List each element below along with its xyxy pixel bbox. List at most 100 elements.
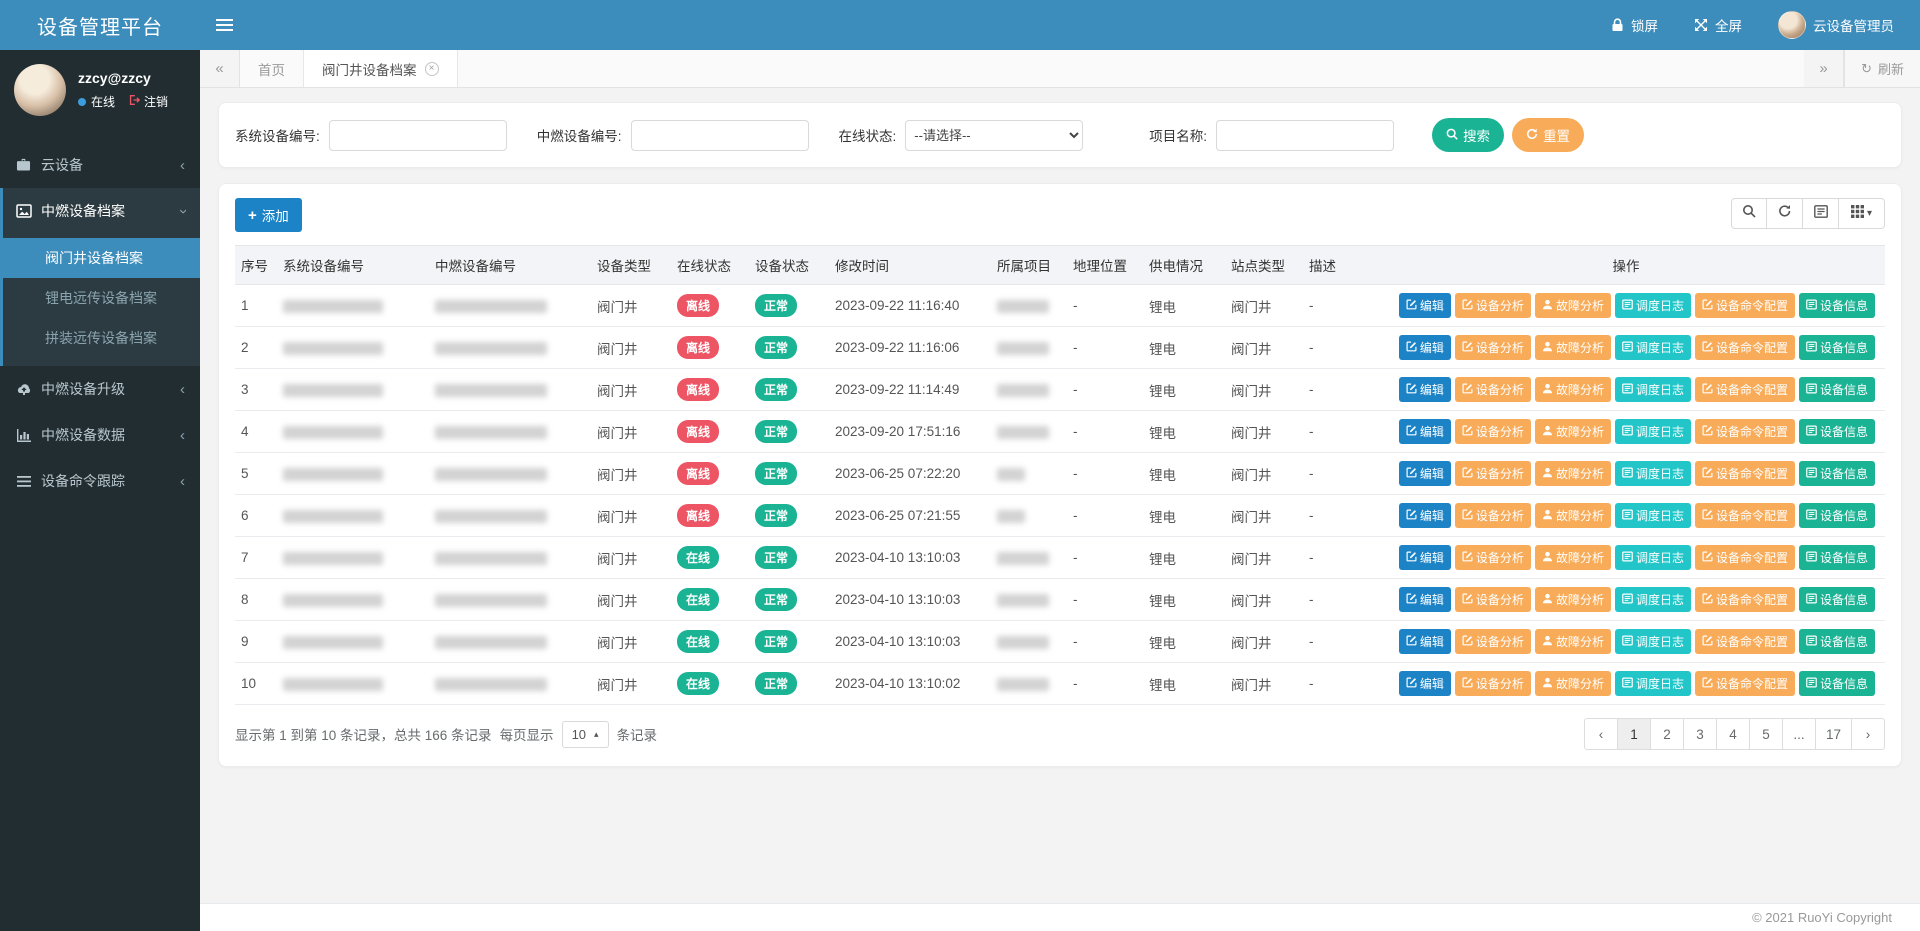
action-device-analysis-button[interactable]: 设备分析 [1455, 461, 1531, 486]
action-fault-analysis-button[interactable]: 故障分析 [1535, 335, 1611, 360]
action-device-info-button[interactable]: 设备信息 [1799, 377, 1875, 402]
action-dispatch-log-button[interactable]: 调度日志 [1615, 293, 1691, 318]
action-edit-button[interactable]: 编辑 [1399, 419, 1451, 444]
action-dispatch-log-button[interactable]: 调度日志 [1615, 335, 1691, 360]
action-fault-analysis-button[interactable]: 故障分析 [1535, 419, 1611, 444]
pagination-page-4[interactable]: 4 [1716, 718, 1750, 750]
action-device-info-button[interactable]: 设备信息 [1799, 503, 1875, 528]
action-dispatch-log-button[interactable]: 调度日志 [1615, 629, 1691, 654]
action-edit-button[interactable]: 编辑 [1399, 293, 1451, 318]
action-dispatch-log-button[interactable]: 调度日志 [1615, 545, 1691, 570]
action-fault-analysis-button[interactable]: 故障分析 [1535, 587, 1611, 612]
tab-refresh-button[interactable]: ↻ 刷新 [1844, 50, 1920, 87]
action-device-analysis-button[interactable]: 设备分析 [1455, 503, 1531, 528]
action-edit-button[interactable]: 编辑 [1399, 461, 1451, 486]
pagination-ellipsis[interactable]: ... [1782, 718, 1816, 750]
action-device-command-config-button[interactable]: 设备命令配置 [1695, 419, 1795, 444]
pagination-page-2[interactable]: 2 [1650, 718, 1684, 750]
tab-home[interactable]: 首页 [240, 50, 303, 87]
action-fault-analysis-button[interactable]: 故障分析 [1535, 377, 1611, 402]
action-fault-analysis-button[interactable]: 故障分析 [1535, 629, 1611, 654]
table-search-button[interactable] [1731, 198, 1767, 229]
pagination-page-1[interactable]: 1 [1617, 718, 1651, 750]
action-device-info-button[interactable]: 设备信息 [1799, 335, 1875, 360]
sidebar-item-command-tracking[interactable]: 设备命令跟踪 ‹ [0, 458, 200, 504]
pagination-page-17[interactable]: 17 [1815, 718, 1852, 750]
action-dispatch-log-button[interactable]: 调度日志 [1615, 587, 1691, 612]
sidebar-item-device-data[interactable]: 中燃设备数据 ‹ [0, 412, 200, 458]
logout-button[interactable]: 注销 [128, 93, 168, 110]
action-dispatch-log-button[interactable]: 调度日志 [1615, 419, 1691, 444]
sidebar-item-lithium-remote-archives[interactable]: 锂电远传设备档案 [3, 278, 200, 318]
pagination-prev-button[interactable]: ‹ [1584, 718, 1618, 750]
action-device-info-button[interactable]: 设备信息 [1799, 545, 1875, 570]
action-fault-analysis-button[interactable]: 故障分析 [1535, 545, 1611, 570]
action-device-command-config-button[interactable]: 设备命令配置 [1695, 461, 1795, 486]
action-dispatch-log-button[interactable]: 调度日志 [1615, 461, 1691, 486]
pagination-next-button[interactable]: › [1851, 718, 1885, 750]
action-device-command-config-button[interactable]: 设备命令配置 [1695, 629, 1795, 654]
action-device-analysis-button[interactable]: 设备分析 [1455, 629, 1531, 654]
action-edit-button[interactable]: 编辑 [1399, 587, 1451, 612]
table-refresh-button[interactable] [1767, 198, 1803, 229]
online-state-select[interactable]: --请选择-- [905, 120, 1083, 151]
cn-device-no-input[interactable] [631, 120, 809, 151]
detail-view-button[interactable] [1803, 198, 1839, 229]
tab-valve-well-archives[interactable]: 阀门井设备档案 × [303, 50, 458, 87]
action-device-command-config-button[interactable]: 设备命令配置 [1695, 377, 1795, 402]
action-fault-analysis-button[interactable]: 故障分析 [1535, 671, 1611, 696]
action-device-info-button[interactable]: 设备信息 [1799, 671, 1875, 696]
system-device-no-input[interactable] [329, 120, 507, 151]
page-size-select[interactable]: 10 ▴ [562, 721, 609, 748]
action-device-info-button[interactable]: 设备信息 [1799, 461, 1875, 486]
action-device-command-config-button[interactable]: 设备命令配置 [1695, 545, 1795, 570]
action-device-command-config-button[interactable]: 设备命令配置 [1695, 335, 1795, 360]
sidebar-item-assembled-remote-archives[interactable]: 拼装远传设备档案 [3, 318, 200, 358]
sidebar-item-cloud-devices[interactable]: 云设备 ‹ [0, 142, 200, 188]
action-device-command-config-button[interactable]: 设备命令配置 [1695, 671, 1795, 696]
tabs-scroll-right-button[interactable]: » [1804, 50, 1844, 87]
sidebar-item-device-upgrade[interactable]: 中燃设备升级 ‹ [0, 366, 200, 412]
columns-button[interactable]: ▾ [1839, 198, 1885, 229]
action-device-analysis-button[interactable]: 设备分析 [1455, 377, 1531, 402]
action-edit-button[interactable]: 编辑 [1399, 377, 1451, 402]
action-edit-button[interactable]: 编辑 [1399, 671, 1451, 696]
search-button[interactable]: 搜索 [1432, 118, 1504, 152]
action-fault-analysis-button[interactable]: 故障分析 [1535, 503, 1611, 528]
sidebar-item-valve-well-archives[interactable]: 阀门井设备档案 [3, 238, 200, 278]
action-dispatch-log-button[interactable]: 调度日志 [1615, 671, 1691, 696]
action-device-analysis-button[interactable]: 设备分析 [1455, 545, 1531, 570]
action-device-command-config-button[interactable]: 设备命令配置 [1695, 293, 1795, 318]
action-device-info-button[interactable]: 设备信息 [1799, 629, 1875, 654]
action-device-command-config-button[interactable]: 设备命令配置 [1695, 503, 1795, 528]
action-device-analysis-button[interactable]: 设备分析 [1455, 419, 1531, 444]
fullscreen-button[interactable]: 全屏 [1676, 0, 1760, 50]
reset-button[interactable]: 重置 [1512, 118, 1584, 152]
profile-menu[interactable]: 云设备管理员 [1760, 0, 1920, 50]
action-edit-button[interactable]: 编辑 [1399, 629, 1451, 654]
tab-close-icon[interactable]: × [425, 62, 439, 76]
action-device-info-button[interactable]: 设备信息 [1799, 419, 1875, 444]
action-fault-analysis-button[interactable]: 故障分析 [1535, 461, 1611, 486]
add-button[interactable]: + 添加 [235, 198, 302, 232]
action-dispatch-log-button[interactable]: 调度日志 [1615, 503, 1691, 528]
tabs-scroll-left-button[interactable]: « [200, 50, 240, 87]
pagination-page-5[interactable]: 5 [1749, 718, 1783, 750]
lock-screen-button[interactable]: 锁屏 [1593, 0, 1676, 50]
action-device-analysis-button[interactable]: 设备分析 [1455, 335, 1531, 360]
project-name-input[interactable] [1216, 120, 1394, 151]
action-edit-button[interactable]: 编辑 [1399, 545, 1451, 570]
sidebar-toggle-button[interactable] [200, 0, 248, 50]
sidebar-item-device-archives[interactable]: 中燃设备档案 ‹ 阀门井设备档案 锂电远传设备档案 拼装远传设备档案 [0, 188, 200, 366]
action-device-info-button[interactable]: 设备信息 [1799, 293, 1875, 318]
action-edit-button[interactable]: 编辑 [1399, 503, 1451, 528]
action-fault-analysis-button[interactable]: 故障分析 [1535, 293, 1611, 318]
action-edit-button[interactable]: 编辑 [1399, 335, 1451, 360]
pagination-page-3[interactable]: 3 [1683, 718, 1717, 750]
action-dispatch-log-button[interactable]: 调度日志 [1615, 377, 1691, 402]
action-device-analysis-button[interactable]: 设备分析 [1455, 587, 1531, 612]
action-device-analysis-button[interactable]: 设备分析 [1455, 293, 1531, 318]
action-device-analysis-button[interactable]: 设备分析 [1455, 671, 1531, 696]
action-device-info-button[interactable]: 设备信息 [1799, 587, 1875, 612]
action-device-command-config-button[interactable]: 设备命令配置 [1695, 587, 1795, 612]
